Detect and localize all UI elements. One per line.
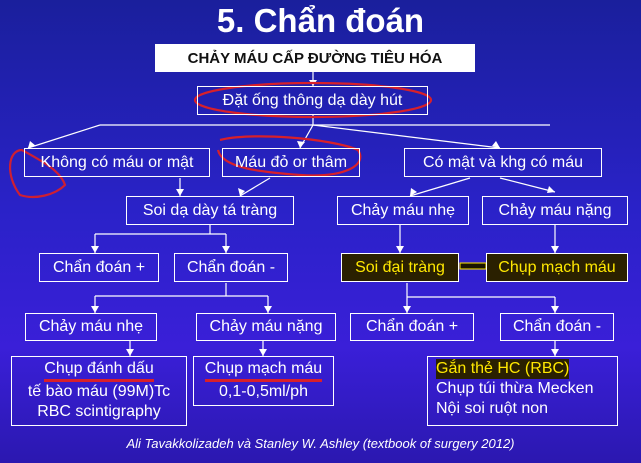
bile-no-blood-node: Có mật và khg có máu	[404, 148, 602, 177]
dx-negative-node: Chẩn đoán -	[174, 253, 288, 282]
colonoscopy-node: Soi đại tràng	[341, 253, 459, 282]
rbc-tag-node: Gắn thẻ HC (RBC) Chụp túi thừa Mecken Nộ…	[427, 356, 618, 426]
angiography-left-node: Chụp mạch máu 0,1-0,5ml/ph	[193, 356, 334, 406]
tagged-rbc-node: Chụp đánh dấu tế bào máu (99M)Tc RBC sci…	[11, 356, 187, 426]
angio-line-2: 0,1-0,5ml/ph	[219, 383, 308, 400]
rbc-line-2: Chụp túi thừa Mecken	[436, 380, 594, 397]
angiography-right-node: Chụp mạch máu	[486, 253, 628, 282]
tagged-line-2: tế bào máu (99M)Tc	[27, 383, 171, 400]
egd-node: Soi dạ dày tá tràng	[126, 196, 294, 225]
minor-bleed-right-node: Chảy máu nhẹ	[337, 196, 469, 225]
root-node: CHẢY MÁU CẤP ĐƯỜNG TIÊU HÓA	[155, 44, 475, 72]
dx-positive-right-node: Chẩn đoán +	[350, 313, 474, 341]
rbc-line-1: Gắn thẻ HC (RBC)	[436, 359, 570, 379]
citation-caption: Ali Tavakkolizadeh và Stanley W. Ashley …	[126, 436, 515, 451]
dx-positive-node: Chẩn đoán +	[39, 253, 159, 282]
tagged-line-1: Chụp đánh dấu	[44, 359, 154, 382]
rbc-line-3: Nội soi ruột non	[436, 400, 549, 417]
major-bleed-right-node: Chảy máu nặng	[482, 196, 628, 225]
minor-bleed-left-node: Chảy máu nhẹ	[25, 313, 157, 341]
ngt-node: Đặt ống thông dạ dày hút	[197, 86, 428, 115]
no-blood-node: Không có máu or mật	[24, 148, 210, 177]
major-bleed-left-node: Chảy máu nặng	[196, 313, 336, 341]
angio-line-1: Chụp mạch máu	[204, 359, 323, 382]
dx-negative-right-node: Chẩn đoán -	[500, 313, 614, 341]
red-blood-node: Máu đỏ or thâm	[222, 148, 360, 177]
tagged-line-3: RBC scintigraphy	[37, 403, 161, 420]
